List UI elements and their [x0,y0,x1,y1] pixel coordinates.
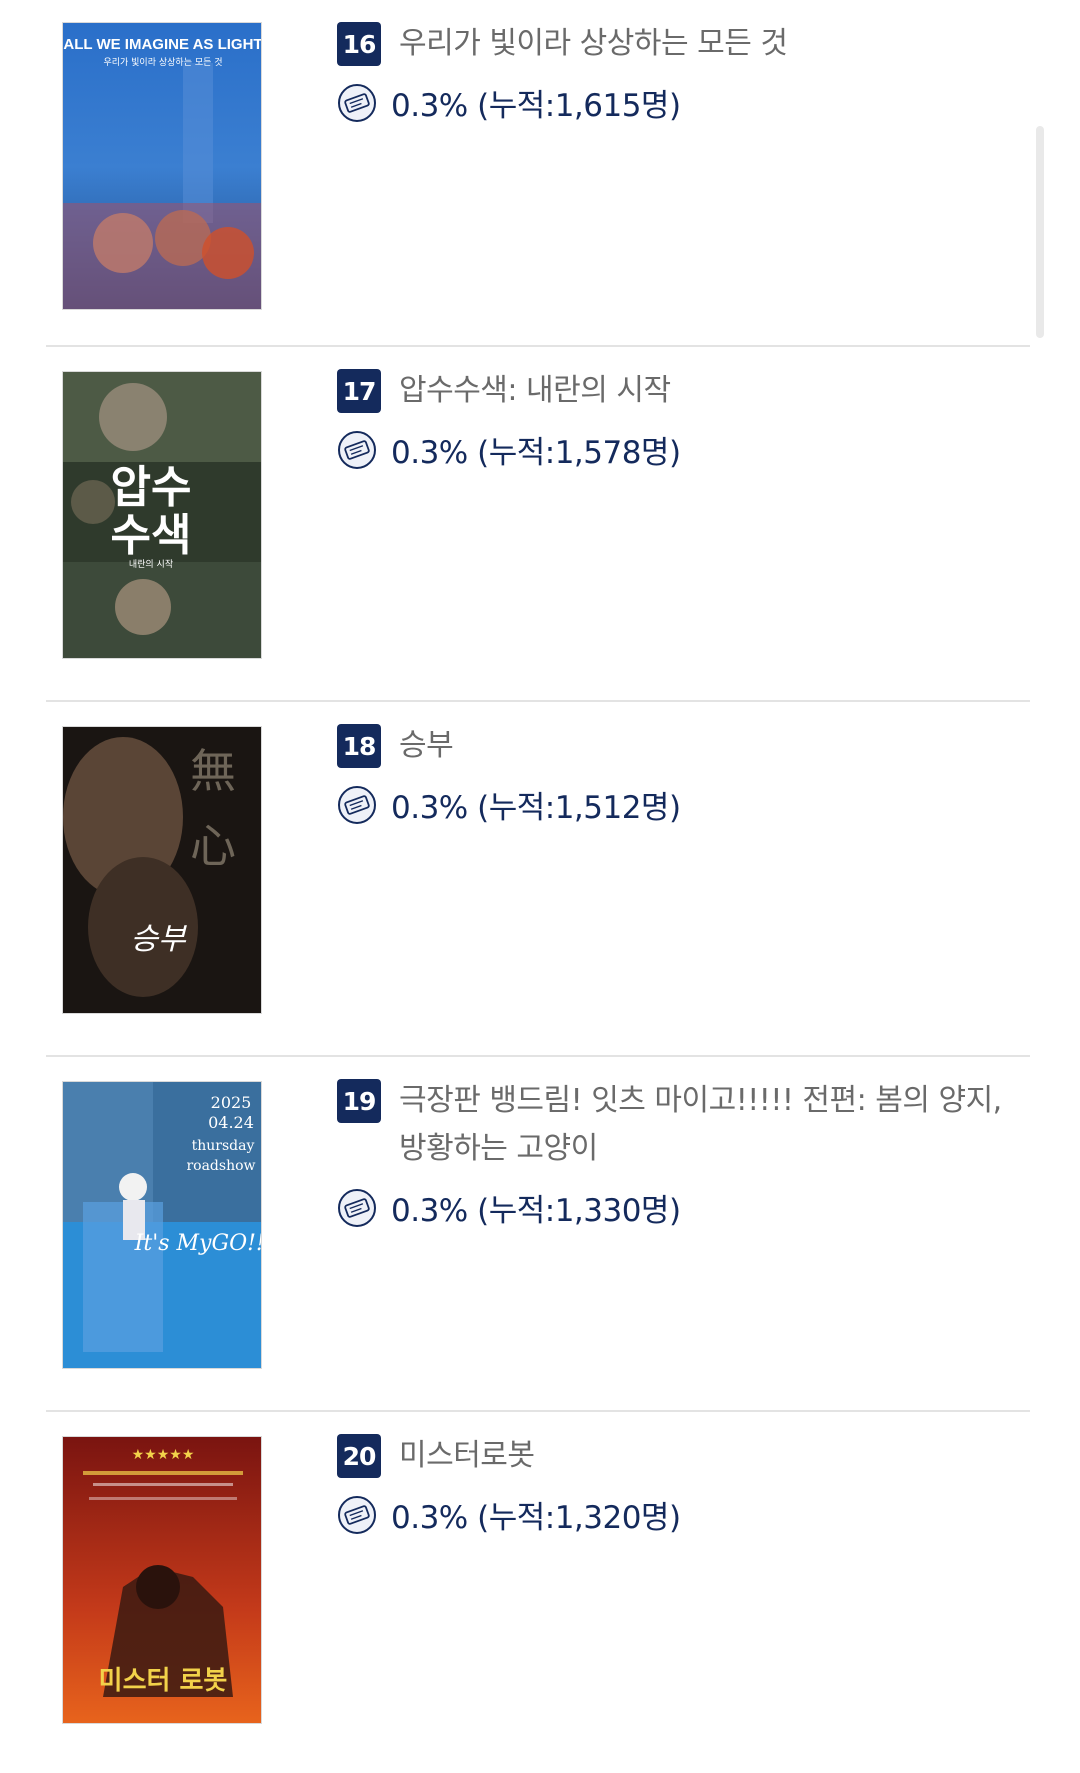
movie-info: 19 극장판 뱅드림! 잇츠 마이고!!!!! 전편: 봄의 양지, 방황하는 … [337,1079,1012,1230]
svg-text:2025: 2025 [211,1093,252,1112]
ticket-icon [338,1495,376,1534]
movie-poster[interactable]: 無 心 승부 [62,726,262,1014]
movie-title[interactable]: 승부 [399,722,454,770]
audience-stat: 0.3% (누적:1,330명) [391,1193,681,1229]
svg-text:04.24: 04.24 [208,1113,254,1132]
audience-stat: 0.3% (누적:1,578명) [391,435,681,471]
movie-poster[interactable]: ALL WE IMAGINE AS LIGHT 우리가 빛이라 상상하는 모든 … [62,22,262,310]
movie-title[interactable]: 압수수색: 내란의 시작 [399,367,671,415]
movie-info: 20 미스터로봇 0.3% (누적:1,320명) [337,1434,1012,1537]
movie-title[interactable]: 미스터로봇 [399,1432,535,1480]
svg-text:미스터 로봇: 미스터 로봇 [99,1666,228,1696]
svg-text:roadshow: roadshow [186,1158,255,1174]
ticket-icon [338,785,376,824]
list-item[interactable]: 압수 수색 내란의 시작 17 압수수색: 내란의 시작 0.3% (누적:1,… [46,347,1030,702]
ticket-icon [338,430,376,469]
svg-text:It's MyGO!!!!!: It's MyGO!!!!! [134,1231,262,1256]
movie-poster[interactable]: 2025 04.24 thursday roadshow It's MyGO!!… [62,1081,262,1369]
box-office-list: ALL WE IMAGINE AS LIGHT 우리가 빛이라 상상하는 모든 … [46,0,1030,1767]
svg-text:내란의 시작: 내란의 시작 [129,558,173,570]
audience-stat: 0.3% (누적:1,512명) [391,790,681,826]
scrollbar[interactable] [1036,126,1044,338]
movie-info: 16 우리가 빛이라 상상하는 모든 것 0.3% (누적:1,615명) [337,22,1012,125]
list-item[interactable]: ALL WE IMAGINE AS LIGHT 우리가 빛이라 상상하는 모든 … [46,0,1030,347]
svg-text:thursday: thursday [192,1138,255,1154]
movie-poster[interactable]: ★★★★★ 미스터 로봇 [62,1436,262,1724]
movie-info: 17 압수수색: 내란의 시작 0.3% (누적:1,578명) [337,369,1012,472]
audience-stat: 0.3% (누적:1,615명) [391,88,681,124]
svg-text:無: 無 [190,744,236,798]
movie-poster[interactable]: 압수 수색 내란의 시작 [62,371,262,659]
svg-text:수색: 수색 [111,510,192,561]
rank-badge: 20 [337,1434,381,1478]
movie-title[interactable]: 우리가 빛이라 상상하는 모든 것 [399,20,788,68]
svg-text:압수: 압수 [111,462,192,513]
list-item[interactable]: 2025 04.24 thursday roadshow It's MyGO!!… [46,1057,1030,1412]
list-item[interactable]: 無 心 승부 18 승부 0.3% (누적:1,512명) [46,702,1030,1057]
movie-title[interactable]: 극장판 뱅드림! 잇츠 마이고!!!!! 전편: 봄의 양지, 방황하는 고양이 [399,1077,1012,1173]
rank-badge: 16 [337,22,381,66]
ticket-icon [338,1188,376,1227]
svg-text:우리가 빛이라 상상하는 모든 것: 우리가 빛이라 상상하는 모든 것 [103,57,222,68]
rank-badge: 19 [337,1079,381,1123]
list-item[interactable]: ★★★★★ 미스터 로봇 20 미스터로봇 0.3% (누적:1,320명) [46,1412,1030,1767]
svg-text:승부: 승부 [130,922,187,957]
rank-badge: 18 [337,724,381,768]
svg-text:ALL WE IMAGINE AS LIGHT: ALL WE IMAGINE AS LIGHT [63,36,262,53]
audience-stat: 0.3% (누적:1,320명) [391,1500,681,1536]
movie-info: 18 승부 0.3% (누적:1,512명) [337,724,1012,827]
svg-text:★★★★★: ★★★★★ [132,1447,195,1463]
svg-text:心: 心 [190,819,236,873]
ticket-icon [338,83,376,122]
rank-badge: 17 [337,369,381,413]
